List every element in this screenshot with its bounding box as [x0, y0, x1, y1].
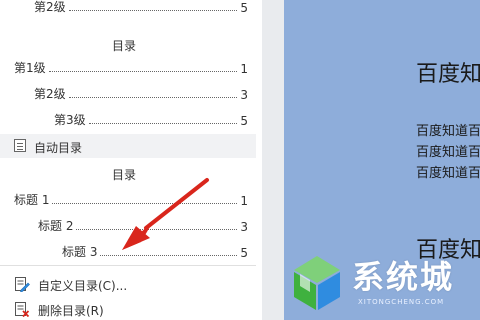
watermark-subtext: XITONGCHENG.COM	[358, 298, 445, 306]
doc-line-2: 百度知道百	[416, 145, 480, 160]
toc-entry-label: 第2级	[34, 0, 66, 14]
section-label: 自动目录	[34, 141, 83, 155]
auto-toc-section-header: 自动目录	[0, 134, 256, 158]
leader-dots	[52, 203, 238, 204]
auto-toc-title: 目录	[111, 168, 136, 182]
custom-toc-label: 自定义目录(C)...	[38, 279, 128, 293]
delete-toc-label: 删除目录(R)	[38, 304, 104, 318]
toc-entry-level-1[interactable]: 第1级 1	[14, 58, 248, 76]
doc-line-1: 百度知道百	[416, 124, 480, 139]
toc-entry-level-2-partial[interactable]: 第2级 5	[34, 0, 248, 15]
toc-dropdown-menu: 第2级 5 目录 第1级 1 第2级 3 第3级 5 自动目录 目录 标题 1 …	[0, 0, 262, 320]
leader-dots	[100, 255, 238, 256]
delete-toc-menu-item[interactable]: 删除目录(R)	[0, 298, 256, 320]
custom-toc-menu-item[interactable]: 自定义目录(C)...	[0, 273, 256, 295]
toc-list-icon	[14, 139, 26, 152]
toc-entry-page: 5	[240, 114, 248, 128]
toc-entry-label: 第2级	[34, 87, 66, 101]
toc-entry-label: 标题 1	[14, 193, 50, 207]
doc-line-3: 百度知道百	[416, 166, 480, 181]
leader-dots	[68, 10, 238, 11]
site-watermark: 系统城 XITONGCHENG.COM	[286, 248, 480, 320]
toc-entry-label: 第3级	[54, 113, 86, 127]
toc-entry-page: 5	[240, 1, 248, 15]
toc-entry-label: 标题 2	[38, 219, 74, 233]
doc-heading-1: 百度知	[416, 62, 480, 87]
leader-dots	[48, 71, 238, 72]
leader-dots	[88, 123, 238, 124]
auto-toc-entry-heading-2[interactable]: 标题 2 3	[38, 216, 248, 234]
leader-dots	[68, 97, 238, 98]
toc-entry-label: 标题 3	[62, 245, 98, 259]
auto-toc-entry-heading-3[interactable]: 标题 3 5	[62, 242, 248, 260]
watermark-text: 系统城	[352, 258, 455, 296]
toc-entry-page: 3	[240, 88, 248, 102]
toc-entry-page: 1	[240, 62, 248, 76]
menu-separator	[0, 265, 256, 266]
toc-entry-page: 5	[240, 246, 248, 260]
delete-document-icon	[15, 302, 30, 317]
toc-option-title: 目录	[111, 39, 136, 53]
toc-entry-label: 第1级	[14, 61, 46, 75]
windows-logo-icon	[294, 256, 340, 310]
auto-toc-entry-heading-1[interactable]: 标题 1 1	[14, 190, 248, 208]
edit-document-icon	[15, 277, 30, 292]
toc-entry-level-3[interactable]: 第3级 5	[54, 110, 248, 128]
toc-entry-page: 3	[240, 220, 248, 234]
leader-dots	[76, 229, 238, 230]
toc-entry-level-2[interactable]: 第2级 3	[34, 84, 248, 102]
toc-entry-page: 1	[240, 194, 248, 208]
menu-shadow-gap	[262, 0, 284, 320]
